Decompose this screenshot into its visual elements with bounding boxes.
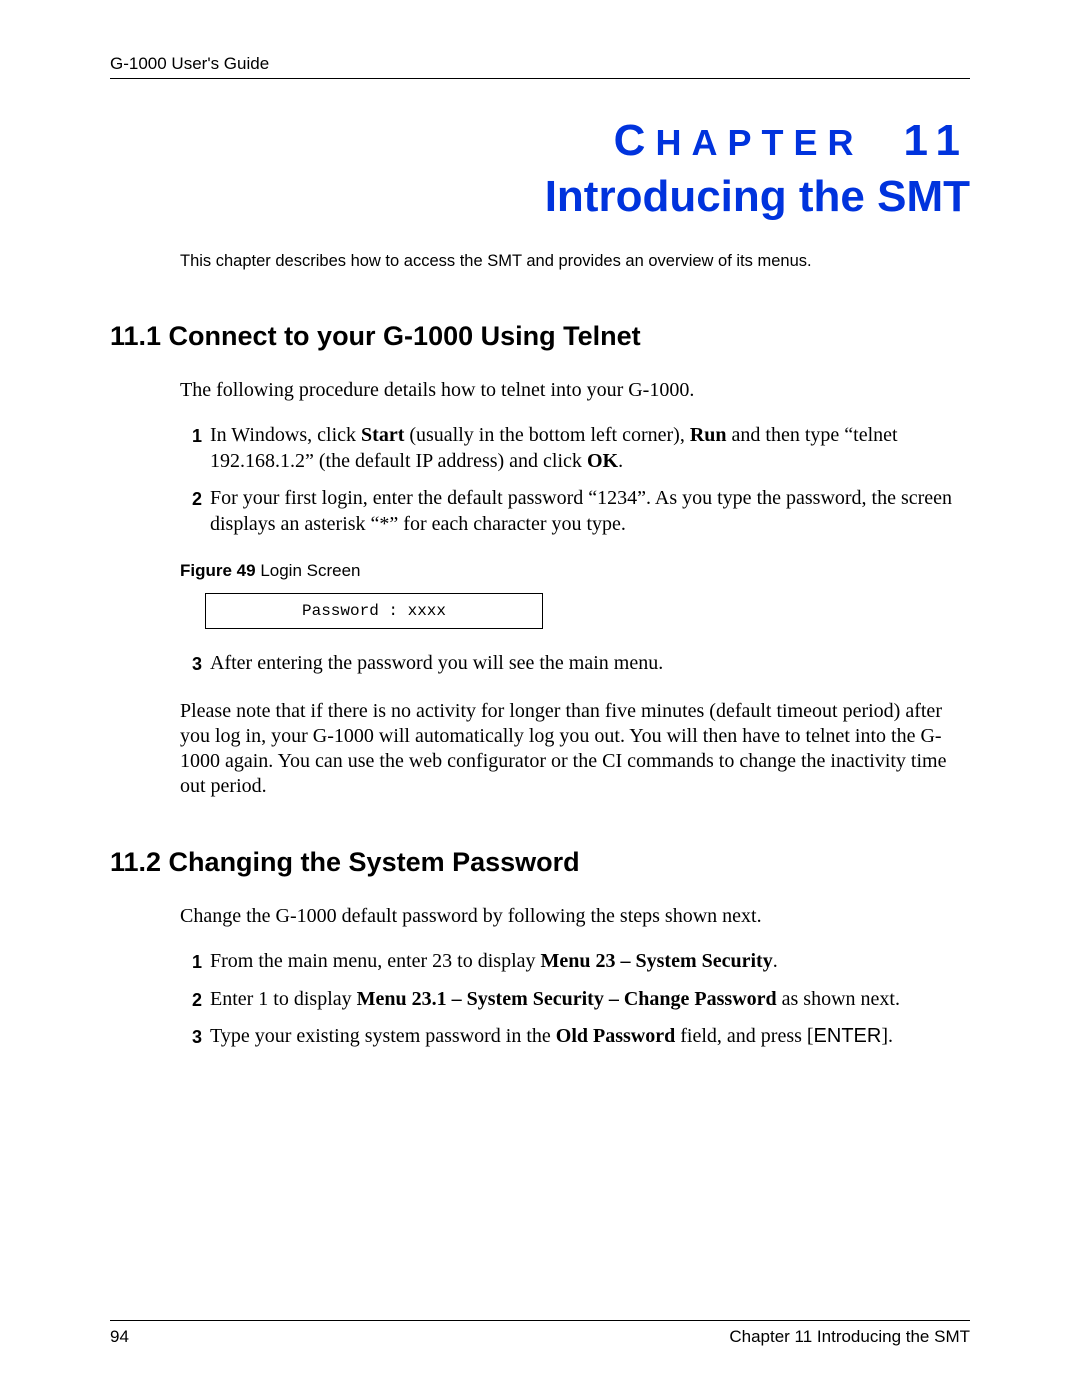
t: ].	[881, 1025, 893, 1047]
list-item: 3 Type your existing system password in …	[180, 1024, 970, 1050]
chapter-intro: This chapter describes how to access the…	[180, 252, 970, 271]
list-text: From the main menu, enter 23 to display …	[210, 949, 970, 975]
section-11-2-lead: Change the G-1000 default password by fo…	[180, 904, 970, 929]
chapter-gap	[863, 122, 903, 163]
t-bold: Menu 23 – System Security	[541, 950, 773, 972]
figure-title: Login Screen	[256, 561, 361, 580]
list-number: 3	[180, 1024, 202, 1050]
page-container: G-1000 User's Guide CHAPTER 11 Introduci…	[0, 0, 1080, 1397]
t: From the main menu, enter 23 to display	[210, 950, 541, 972]
t-key: ENTER	[814, 1025, 882, 1047]
chapter-title: Introducing the SMT	[110, 172, 970, 222]
list-item: 3 After entering the password you will s…	[180, 651, 970, 677]
list-item: 2 Enter 1 to display Menu 23.1 – System …	[180, 987, 970, 1013]
section-11-1-heading: 11.1 Connect to your G-1000 Using Telnet	[110, 321, 970, 352]
list-text: Type your existing system password in th…	[210, 1024, 970, 1050]
chapter-number: 11	[903, 116, 970, 165]
footer: 94 Chapter 11 Introducing the SMT	[110, 1320, 970, 1347]
list-text: In Windows, click Start (usually in the …	[210, 423, 970, 474]
t: field, and press [	[675, 1025, 813, 1047]
t-bold: Run	[690, 424, 727, 446]
t-bold: Start	[361, 424, 404, 446]
chapter-label-c: C	[614, 116, 656, 165]
chapter-label: CHAPTER 11	[110, 116, 970, 166]
list-text: Enter 1 to display Menu 23.1 – System Se…	[210, 987, 970, 1013]
figure-49-caption: Figure 49 Login Screen	[180, 561, 970, 581]
t: as shown next.	[777, 988, 900, 1010]
list-item: 2 For your first login, enter the defaul…	[180, 486, 970, 537]
list-number: 2	[180, 987, 202, 1013]
list-11-2: 1 From the main menu, enter 23 to displa…	[180, 949, 970, 1062]
list-item: 1 From the main menu, enter 23 to displa…	[180, 949, 970, 975]
figure-label: Figure 49	[180, 561, 256, 580]
footer-rule	[110, 1320, 970, 1321]
list-number: 1	[180, 423, 202, 474]
footer-chapter-ref: Chapter 11 Introducing the SMT	[729, 1327, 970, 1347]
t: In Windows, click	[210, 424, 361, 446]
list-number: 1	[180, 949, 202, 975]
t: Enter 1 to display	[210, 988, 357, 1010]
footer-row: 94 Chapter 11 Introducing the SMT	[110, 1327, 970, 1347]
header-guide-title: G-1000 User's Guide	[110, 54, 970, 74]
t-bold: Old Password	[556, 1025, 675, 1047]
t: .	[618, 450, 623, 472]
list-text: For your first login, enter the default …	[210, 486, 970, 537]
section-11-1-note: Please note that if there is no activity…	[180, 699, 970, 799]
footer-page-number: 94	[110, 1327, 129, 1347]
list-item: 1 In Windows, click Start (usually in th…	[180, 423, 970, 474]
chapter-label-rest: HAPTER	[655, 122, 863, 163]
header-rule	[110, 78, 970, 79]
list-number: 2	[180, 486, 202, 537]
list-11-1: 1 In Windows, click Start (usually in th…	[180, 423, 970, 549]
figure-49-login-box: Password : xxxx	[205, 593, 543, 629]
t: Type your existing system password in th…	[210, 1025, 556, 1047]
list-11-1b: 3 After entering the password you will s…	[180, 651, 970, 689]
list-text: After entering the password you will see…	[210, 651, 970, 677]
t-bold: Menu 23.1 – System Security – Change Pas…	[357, 988, 777, 1010]
t: (usually in the bottom left corner),	[404, 424, 689, 446]
t: .	[773, 950, 778, 972]
section-11-2-heading: 11.2 Changing the System Password	[110, 847, 970, 878]
list-number: 3	[180, 651, 202, 677]
section-11-1-lead: The following procedure details how to t…	[180, 378, 970, 403]
t-bold: OK	[587, 450, 618, 472]
